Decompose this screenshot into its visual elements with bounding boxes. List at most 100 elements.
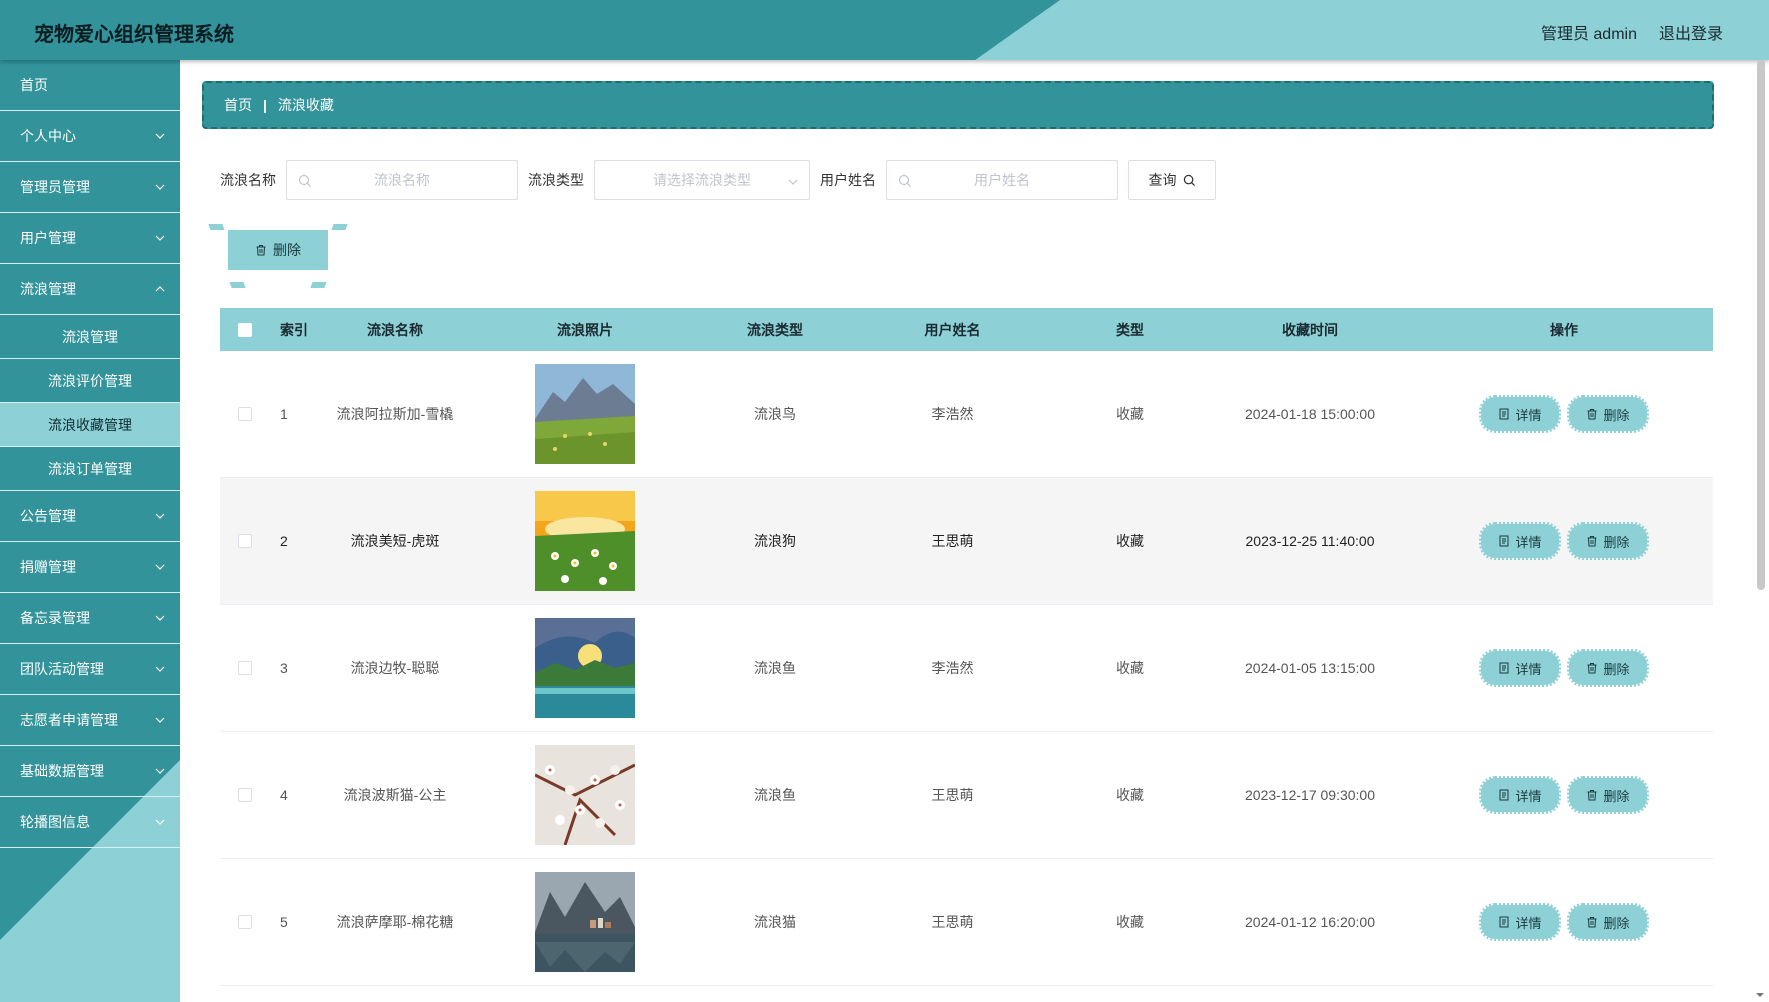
lake-sunrise-photo[interactable] [535,618,635,718]
row-kind: 收藏 [1116,914,1144,930]
detail-button[interactable]: 详情 [1479,649,1561,687]
sidebar-item-volunteer-applications[interactable]: 志愿者申请管理 [0,695,180,746]
sidebar-item-label: 首页 [20,77,48,93]
mountain-meadow-photo[interactable] [535,364,635,464]
chevron-down-icon [155,819,165,825]
bulk-delete-button[interactable]: 删除 [228,230,328,270]
sidebar-item-stray-management[interactable]: 流浪管理 [0,264,180,315]
select-all-checkbox[interactable] [238,322,252,337]
stray-type-placeholder: 请选择流浪类型 [653,172,751,188]
chevron-down-icon [155,615,165,621]
stray-name-input[interactable]: 流浪名称 [286,160,518,200]
stray-type-select[interactable]: 请选择流浪类型 [594,160,810,200]
row-type: 流浪猫 [754,914,796,930]
row-checkbox[interactable] [238,915,252,929]
top-header: 宠物爱心组织管理系统 管理员 admin 退出登录 [0,0,1769,60]
row-index: 3 [280,660,288,676]
chevron-down-icon [788,179,798,185]
delete-button[interactable]: 删除 [1567,776,1649,814]
search-bar: 流浪名称 流浪名称 流浪类型 请选择流浪类型 用户姓名 用户姓名 查询 [220,160,1216,200]
header-ops: 操作 [1550,321,1578,338]
table-row: 2 流浪美短-虎斑 流浪狗 王思萌 收藏 2023-12-25 11:40:00… [220,478,1713,605]
detail-button[interactable]: 详情 [1479,776,1561,814]
detail-button[interactable]: 详情 [1479,903,1561,941]
sidebar-item-admin-management[interactable]: 管理员管理 [0,162,180,213]
table-row: 4 流浪波斯猫-公主 流浪鱼 王思萌 收藏 2023-12-17 09:30:0… [220,732,1713,859]
admin-user-label[interactable]: 管理员 admin [1541,20,1637,44]
row-user: 王思萌 [931,914,974,930]
row-time: 2024-01-12 16:20:00 [1245,914,1375,930]
chevron-down-icon [155,184,165,190]
row-index: 1 [280,406,288,422]
scroll-down-arrow-icon[interactable] [1755,990,1765,1000]
sidebar-subitem-stray-review[interactable]: 流浪评价管理 [0,359,180,403]
sidebar-item-carousel[interactable]: 轮播图信息 [0,797,180,848]
row-checkbox[interactable] [238,534,252,548]
chevron-down-icon [155,513,165,519]
sidebar-subitem-stray-favorites[interactable]: 流浪收藏管理 [0,403,180,447]
sidebar-item-label: 用户管理 [20,230,76,246]
header-checkbox-cell [220,322,270,337]
row-index: 5 [280,914,288,930]
header-name: 流浪名称 [367,321,423,338]
row-type: 流浪鱼 [754,787,796,803]
user-name-placeholder: 用户姓名 [974,172,1030,188]
sidebar: 首页 个人中心 管理员管理 用户管理 流浪管理 流浪管理 流浪评价管理 流浪收藏… [0,60,180,1002]
row-checkbox[interactable] [238,407,252,421]
row-index: 2 [280,533,288,549]
sidebar-item-announcements[interactable]: 公告管理 [0,491,180,542]
sidebar-subitem-label: 流浪管理 [62,328,118,345]
sidebar-item-personal-center[interactable]: 个人中心 [0,111,180,162]
sidebar-item-team-activities[interactable]: 团队活动管理 [0,644,180,695]
breadcrumb-separator: | [263,97,267,113]
row-ops: 详情 删除 [1415,649,1713,687]
sidebar-item-memos[interactable]: 备忘录管理 [0,593,180,644]
document-icon [1499,789,1509,801]
sidebar-subitem-label: 流浪订单管理 [48,460,132,477]
delete-button[interactable]: 删除 [1567,649,1649,687]
sidebar-item-base-data[interactable]: 基础数据管理 [0,746,180,797]
search-type-label: 流浪类型 [528,172,584,188]
page-scrollbar[interactable] [1757,60,1765,590]
favorites-table: 索引 流浪名称 流浪照片 流浪类型 用户姓名 类型 收藏时间 操作 1 流浪阿拉… [220,308,1713,986]
trash-icon [256,245,266,256]
app-title: 宠物爱心组织管理系统 [34,24,234,46]
sidebar-item-donations[interactable]: 捐赠管理 [0,542,180,593]
logout-link[interactable]: 退出登录 [1659,20,1723,44]
sidebar-item-label: 管理员管理 [20,179,90,195]
row-photo-cell [470,618,700,718]
daisy-field-sunset-photo[interactable] [535,491,635,591]
row-ops: 详情 删除 [1415,522,1713,560]
header-kind: 类型 [1116,321,1144,338]
sidebar-item-label: 志愿者申请管理 [20,712,118,728]
row-user: 王思萌 [931,533,974,549]
sidebar-item-home[interactable]: 首页 [0,60,180,111]
sidebar-subitem-stray-management[interactable]: 流浪管理 [0,315,180,359]
header-type: 流浪类型 [747,321,803,338]
breadcrumb-home[interactable]: 首页 [224,95,252,115]
delete-button[interactable]: 删除 [1567,522,1649,560]
stray-name-placeholder: 流浪名称 [374,172,430,188]
blossom-branch-photo[interactable] [535,745,635,845]
row-checkbox[interactable] [238,788,252,802]
sidebar-subitem-stray-orders[interactable]: 流浪订单管理 [0,447,180,491]
query-button[interactable]: 查询 [1128,160,1216,200]
header-photo: 流浪照片 [557,321,613,338]
row-time: 2023-12-25 11:40:00 [1245,533,1375,549]
sidebar-item-user-management[interactable]: 用户管理 [0,213,180,264]
chevron-up-icon [155,286,165,292]
delete-button[interactable]: 删除 [1567,395,1649,433]
table-row: 3 流浪边牧-聪聪 流浪鱼 李浩然 收藏 2024-01-05 13:15:00… [220,605,1713,732]
sidebar-item-label: 公告管理 [20,508,76,524]
row-photo-cell [470,491,700,591]
detail-button[interactable]: 详情 [1479,395,1561,433]
sidebar-item-label: 个人中心 [20,128,76,144]
user-name-input[interactable]: 用户姓名 [886,160,1118,200]
trash-icon [1587,409,1597,420]
detail-button[interactable]: 详情 [1479,522,1561,560]
row-checkbox[interactable] [238,661,252,675]
table-header: 索引 流浪名称 流浪照片 流浪类型 用户姓名 类型 收藏时间 操作 [220,308,1713,351]
document-icon [1499,535,1509,547]
mountain-lake-village-photo[interactable] [535,872,635,972]
delete-button[interactable]: 删除 [1567,903,1649,941]
